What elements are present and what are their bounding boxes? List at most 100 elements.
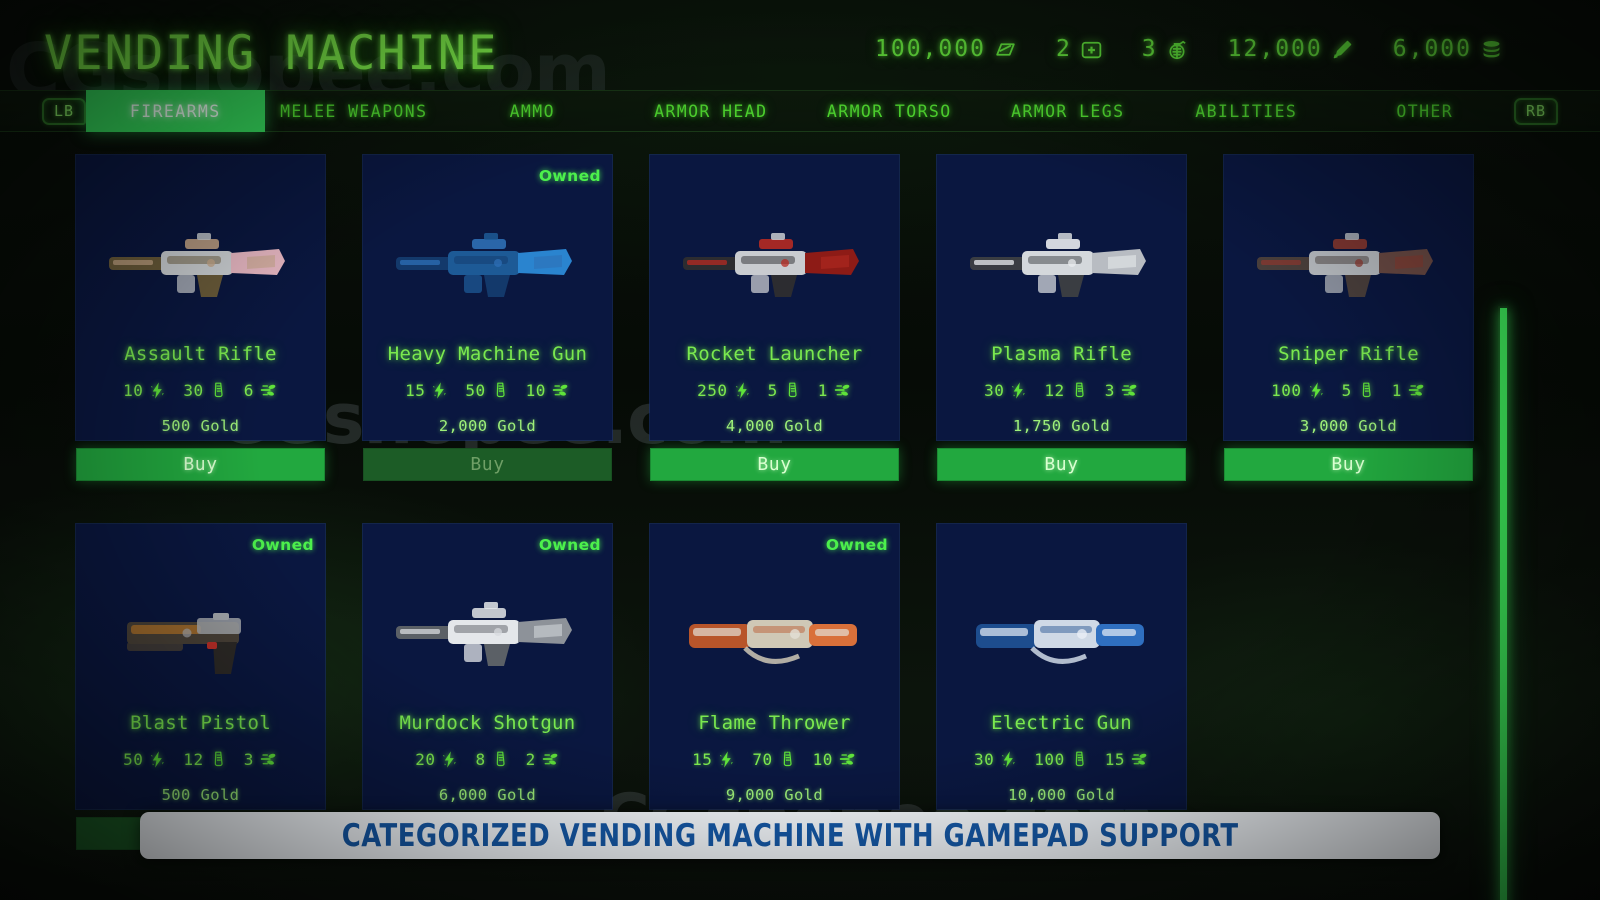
stat-damage: 15 bbox=[405, 381, 449, 400]
item-artwork bbox=[650, 570, 899, 700]
tab-other[interactable]: OTHER bbox=[1336, 90, 1515, 132]
magazine-icon bbox=[209, 381, 228, 400]
stat-rate: 3 bbox=[1105, 381, 1139, 400]
tab-label: MELEE WEAPONS bbox=[280, 101, 428, 121]
rate-icon bbox=[541, 750, 560, 769]
currency-ammo: 12,000 bbox=[1228, 36, 1355, 62]
right-bumper-button[interactable]: RB bbox=[1514, 97, 1558, 125]
tab-label: OTHER bbox=[1396, 101, 1454, 121]
tab-firearms[interactable]: FIREARMS bbox=[86, 90, 265, 132]
magazine-icon bbox=[1070, 750, 1089, 769]
stat-magazine-value: 8 bbox=[475, 750, 486, 769]
item-card[interactable]: Sniper Rifle 100 5 1 3,000 Gold Buy bbox=[1224, 155, 1473, 481]
damage-icon bbox=[733, 381, 752, 400]
buy-button[interactable]: Buy bbox=[1224, 448, 1473, 481]
left-bumper-label: LB bbox=[53, 102, 75, 120]
magazine-icon bbox=[1357, 381, 1376, 400]
tab-list: FIREARMS MELEE WEAPONS AMMO ARMOR HEAD ARMOR… bbox=[86, 90, 1514, 132]
stat-rate-value: 15 bbox=[1104, 750, 1125, 769]
item-name: Plasma Rifle bbox=[991, 343, 1132, 365]
tab-label: ABILITIES bbox=[1195, 101, 1298, 121]
stat-damage: 10 bbox=[123, 381, 167, 400]
item-name: Electric Gun bbox=[991, 712, 1132, 734]
owned-badge: Owned bbox=[251, 536, 314, 554]
tab-label: AMMO bbox=[509, 101, 555, 121]
stat-magazine-value: 30 bbox=[183, 381, 204, 400]
rate-icon bbox=[838, 750, 857, 769]
stat-damage-value: 100 bbox=[1271, 381, 1302, 400]
stat-damage: 30 bbox=[984, 381, 1028, 400]
item-card[interactable]: Owned Blast Pistol 50 12 3 500 Gold bbox=[76, 524, 325, 850]
item-stats: 30 100 15 bbox=[937, 750, 1186, 769]
item-card-body: Electric Gun 30 100 15 10,000 Gold bbox=[937, 524, 1186, 809]
stat-damage-value: 50 bbox=[123, 750, 144, 769]
tab-label: ARMOR LEGS bbox=[1011, 101, 1125, 121]
rate-icon bbox=[259, 750, 278, 769]
item-stats: 20 8 2 bbox=[363, 750, 612, 769]
buy-button[interactable]: Buy bbox=[650, 448, 899, 481]
item-card[interactable]: Owned Flame Thrower 15 70 10 9,000 Gold bbox=[650, 524, 899, 850]
stat-damage: 250 bbox=[697, 381, 751, 400]
item-stats: 10 30 6 bbox=[76, 381, 325, 400]
item-price: 500 Gold bbox=[161, 786, 240, 804]
tab-ammo[interactable]: AMMO bbox=[443, 90, 622, 132]
tab-label: FIREARMS bbox=[129, 101, 221, 121]
promo-banner: CATEGORIZED VENDING MACHINE WITH GAMEPAD… bbox=[140, 812, 1440, 859]
magazine-icon bbox=[1070, 381, 1089, 400]
scrollbar-thumb[interactable] bbox=[1500, 308, 1507, 900]
category-tab-bar: LB FIREARMS MELEE WEAPONS AMMO ARMOR HEAD AR… bbox=[0, 90, 1600, 132]
stat-magazine: 8 bbox=[475, 750, 509, 769]
stat-magazine-value: 100 bbox=[1034, 750, 1065, 769]
rate-icon bbox=[259, 381, 278, 400]
tab-abilities[interactable]: ABILITIES bbox=[1157, 90, 1336, 132]
magazine-icon bbox=[491, 381, 510, 400]
damage-icon bbox=[1009, 381, 1028, 400]
damage-icon bbox=[717, 750, 736, 769]
buy-button-label: Buy bbox=[1331, 454, 1366, 475]
item-card[interactable]: Electric Gun 30 100 15 10,000 Gold Buy bbox=[937, 524, 1186, 850]
item-name: Murdock Shotgun bbox=[399, 712, 576, 734]
rate-icon bbox=[833, 381, 852, 400]
buy-button[interactable]: Buy bbox=[76, 448, 325, 481]
stat-magazine-value: 5 bbox=[767, 381, 778, 400]
item-artwork bbox=[937, 201, 1186, 331]
stat-rate: 15 bbox=[1105, 750, 1149, 769]
item-stats: 250 5 1 bbox=[650, 381, 899, 400]
rate-icon bbox=[1120, 381, 1139, 400]
buy-button[interactable]: Buy bbox=[937, 448, 1186, 481]
left-bumper-button[interactable]: LB bbox=[42, 97, 86, 125]
stat-rate: 6 bbox=[244, 381, 278, 400]
item-artwork bbox=[650, 201, 899, 331]
tab-armor-head[interactable]: ARMOR HEAD bbox=[622, 90, 801, 132]
item-artwork bbox=[363, 201, 612, 331]
damage-icon bbox=[1307, 381, 1326, 400]
item-card[interactable]: Owned Murdock Shotgun 20 8 2 6,000 Gold bbox=[363, 524, 612, 850]
item-price: 6,000 Gold bbox=[438, 786, 537, 804]
currency-medkit: 2 bbox=[1056, 36, 1104, 62]
item-card[interactable]: Owned Heavy Machine Gun 15 50 10 2,000 G… bbox=[363, 155, 612, 481]
currency-value: 3 bbox=[1141, 36, 1158, 62]
stat-rate-value: 1 bbox=[817, 381, 828, 400]
currency-bar: 100,000 2 3 12,000 6,000 bbox=[875, 36, 1504, 62]
stat-rate: 10 bbox=[526, 381, 570, 400]
item-stats: 100 5 1 bbox=[1224, 381, 1473, 400]
tab-melee-weapons[interactable]: MELEE WEAPONS bbox=[265, 90, 444, 132]
tab-label: ARMOR HEAD bbox=[654, 101, 768, 121]
stat-magazine: 30 bbox=[183, 381, 227, 400]
item-price: 3,000 Gold bbox=[1299, 417, 1398, 435]
item-name: Blast Pistol bbox=[130, 712, 271, 734]
stat-rate-value: 1 bbox=[1391, 381, 1402, 400]
item-card[interactable]: Assault Rifle 10 30 6 500 Gold Buy bbox=[76, 155, 325, 481]
stat-damage: 20 bbox=[415, 750, 459, 769]
item-name: Rocket Launcher bbox=[686, 343, 863, 365]
tab-armor-torso[interactable]: ARMOR TORSO bbox=[800, 90, 979, 132]
tab-armor-legs[interactable]: ARMOR LEGS bbox=[979, 90, 1158, 132]
item-stats: 15 50 10 bbox=[363, 381, 612, 400]
item-card[interactable]: Rocket Launcher 250 5 1 4,000 Gold Buy bbox=[650, 155, 899, 481]
rate-icon bbox=[551, 381, 570, 400]
item-grid-area: Assault Rifle 10 30 6 500 Gold Buy Owned… bbox=[0, 150, 1600, 900]
item-card-body: Owned Murdock Shotgun 20 8 2 6,000 Gold bbox=[363, 524, 612, 809]
stat-damage-value: 250 bbox=[697, 381, 728, 400]
item-card[interactable]: Plasma Rifle 30 12 3 1,750 Gold Buy bbox=[937, 155, 1186, 481]
item-card-body: Rocket Launcher 250 5 1 4,000 Gold bbox=[650, 155, 899, 440]
